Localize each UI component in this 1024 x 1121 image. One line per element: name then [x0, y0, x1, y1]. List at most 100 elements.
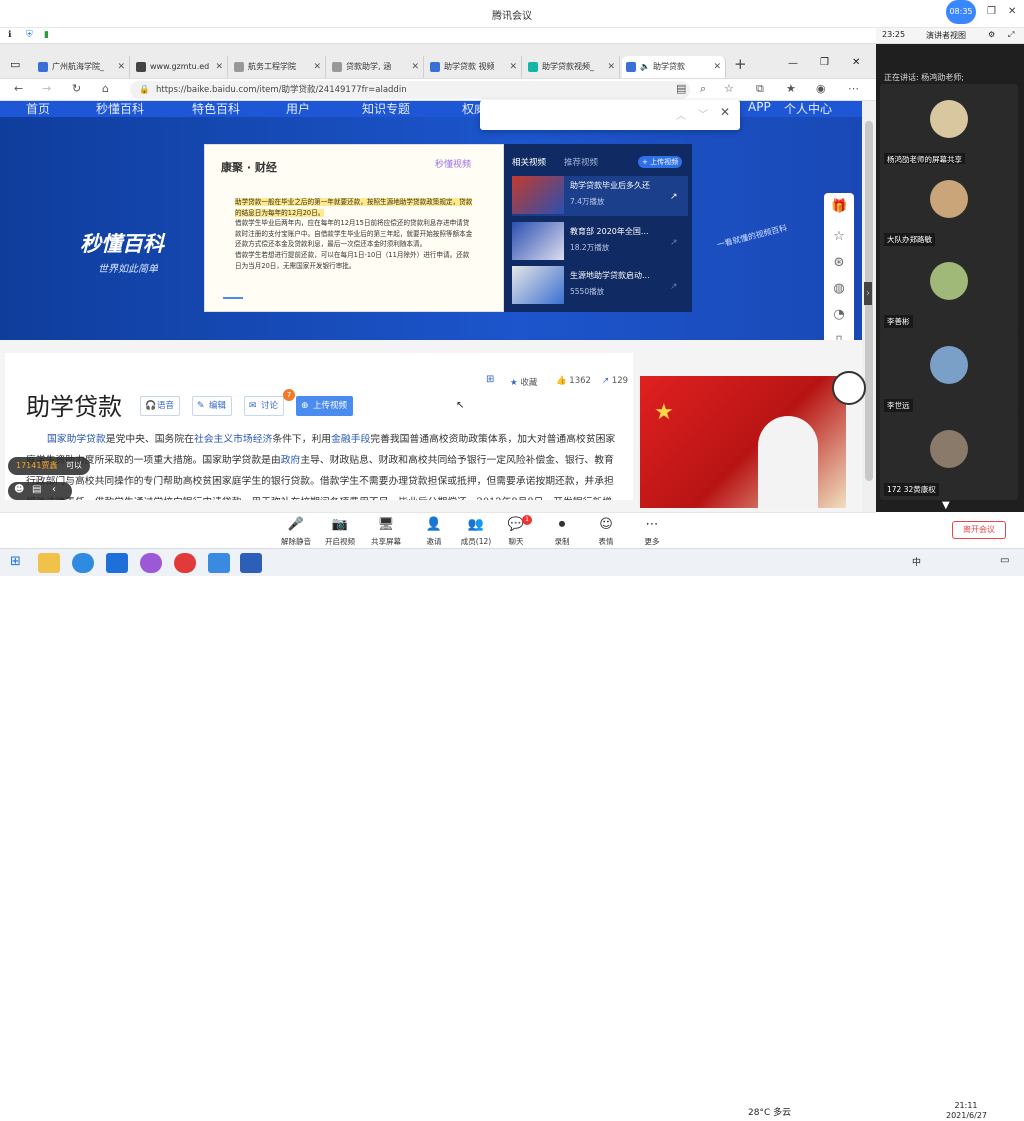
record-button[interactable]: ⏺ 录制	[542, 517, 582, 547]
close-icon[interactable]: ✕	[713, 56, 721, 78]
netease-icon[interactable]	[174, 553, 196, 573]
share-button[interactable]: ↗ 129	[602, 376, 628, 386]
participant-tile[interactable]: 172 32黄康权	[880, 414, 1018, 500]
star-icon[interactable]: ☆	[831, 229, 847, 245]
weibo-icon[interactable]: ⊛	[831, 255, 847, 271]
link-market-economy[interactable]: 社会主义市场经济	[194, 434, 272, 445]
participant-tile[interactable]: 李世远	[880, 330, 1018, 416]
home-icon[interactable]: ⌂	[102, 82, 109, 95]
edit-button[interactable]: ✎ 编辑	[192, 396, 233, 416]
participant-tile[interactable]: 杨鸿劭老师的屏幕共享	[880, 84, 1018, 170]
speaker-view-toggle[interactable]: 演讲者视图	[926, 30, 966, 41]
start-video-button[interactable]: 📷 开启视频	[320, 517, 360, 547]
zoom-icon[interactable]: ⌕	[700, 82, 706, 96]
app-icon[interactable]	[140, 553, 162, 573]
lock-icon[interactable]: 🔒	[139, 81, 150, 99]
link-national-loan[interactable]: 国家助学贷款	[47, 434, 106, 445]
gift-icon[interactable]: 🎁	[831, 199, 847, 215]
close-icon[interactable]: ✕	[313, 56, 321, 78]
collect-button[interactable]: ★ 收藏	[510, 376, 537, 388]
share-screen-button[interactable]: 🖥 共享屏幕	[366, 517, 406, 547]
close-icon[interactable]: ✕	[509, 56, 517, 78]
link-government[interactable]: 政府	[281, 455, 301, 466]
browser-tab-active[interactable]: 🔈 助学贷款 ✕	[622, 56, 726, 78]
video-preview-card[interactable]: 康聚 · 财经 秒懂视频 助学贷款一般在毕业之后的第一年就要还款，按照生源地助学…	[204, 144, 504, 312]
info-icon[interactable]: ℹ	[8, 30, 11, 40]
emoji-icon[interactable]: ☻	[14, 484, 24, 495]
address-bar[interactable]: 🔒 https://baike.baidu.com/item/助学贷款/2414…	[130, 81, 690, 99]
gear-icon[interactable]: ⚙	[988, 30, 995, 39]
chevron-down-icon[interactable]: ﹀	[698, 106, 708, 121]
app-icon[interactable]	[208, 553, 230, 573]
menu-icon[interactable]: ⋯	[848, 82, 859, 95]
video-item[interactable]: 教育部 2020年全国... 18.2万播放 ↗	[512, 222, 688, 262]
windows-start-icon[interactable]: ⊞	[10, 554, 21, 569]
close-icon[interactable]: ✕	[1008, 6, 1016, 17]
link-financial-means[interactable]: 金融手段	[331, 434, 370, 445]
participant-tile[interactable]: 李善彬	[880, 246, 1018, 332]
nav-miaodong[interactable]: 秒懂百科	[96, 101, 144, 117]
restore-icon[interactable]: ❐	[820, 57, 829, 68]
browser-tab[interactable]: 航务工程学院 ✕	[230, 56, 326, 78]
weather-widget[interactable]: 28°C 多云	[748, 1105, 791, 1118]
back-icon[interactable]: ←	[14, 82, 23, 95]
nav-users[interactable]: 用户	[286, 101, 310, 117]
recommend-tab[interactable]: 推荐视频	[564, 156, 598, 168]
edge-icon[interactable]	[72, 553, 94, 573]
close-icon[interactable]: ✕	[117, 56, 125, 78]
reactions-button[interactable]: ☺ 表情	[586, 517, 626, 547]
favorite-icon[interactable]: ☆	[724, 82, 734, 95]
browser-tab[interactable]: www.gzmtu.ed ✕	[132, 56, 228, 78]
tencent-meeting-icon[interactable]	[106, 553, 128, 573]
leave-meeting-button[interactable]: 离开会议	[952, 521, 1006, 539]
close-icon[interactable]: ✕	[852, 57, 860, 68]
reader-icon[interactable]: ▤	[676, 82, 686, 95]
nav-app[interactable]: APP	[748, 101, 771, 114]
upload-small-button[interactable]: + 上传视频	[638, 156, 683, 168]
taskbar-clock[interactable]: 21:11 2021/6/27	[946, 1101, 987, 1121]
chat-icon[interactable]: ▤	[32, 484, 41, 495]
share-icon[interactable]: ↗	[670, 192, 678, 202]
members-button[interactable]: 👥 成员(12)	[456, 517, 496, 547]
more-button[interactable]: ⋯ 更多	[632, 517, 672, 547]
unmute-button[interactable]: 🎤 解除静音	[276, 517, 316, 547]
nav-home[interactable]: 首页	[26, 101, 50, 117]
video-item[interactable]: 助学贷款毕业后多久还 7.4万播放 ↗	[512, 176, 688, 216]
share-icon[interactable]: ↗	[670, 282, 678, 292]
chat-message-bubble[interactable]: 17141贾鑫 可以	[8, 457, 90, 475]
ime-indicator[interactable]: 中	[912, 555, 921, 568]
nav-topics[interactable]: 知识专题	[362, 101, 410, 117]
restore-icon[interactable]: ❐	[987, 6, 996, 17]
close-icon[interactable]: ✕	[411, 56, 419, 78]
chevron-left-icon[interactable]: ‹	[52, 484, 56, 495]
cat-avatar-bubble[interactable]	[832, 371, 866, 405]
file-explorer-icon[interactable]	[38, 553, 60, 573]
word-icon[interactable]	[240, 553, 262, 573]
plus-icon[interactable]: ⊞	[486, 374, 494, 385]
find-in-page-box[interactable]: ︿ ﹀ ✕	[480, 100, 740, 130]
invite-button[interactable]: 👤 邀请	[414, 517, 454, 547]
minimize-icon[interactable]: —	[788, 58, 798, 69]
collapse-panel-icon[interactable]: ›	[864, 282, 872, 305]
voice-button[interactable]: 🎧 语音	[140, 396, 181, 416]
qq-icon[interactable]: ◔	[831, 307, 847, 323]
reload-icon[interactable]: ↻	[72, 82, 81, 95]
scroll-down-icon[interactable]: ▼	[942, 500, 950, 511]
browser-tab[interactable]: 广州航海学院_ ✕	[34, 56, 130, 78]
upload-video-button[interactable]: ⊕ 上传视频	[296, 396, 354, 416]
browser-tab[interactable]: 助学贷款 视频 ✕	[426, 56, 522, 78]
participant-tile[interactable]: 大队办郑路敏	[880, 164, 1018, 250]
shield-icon[interactable]: ⛨	[26, 30, 33, 40]
close-icon[interactable]: ✕	[215, 56, 223, 78]
video-item[interactable]: 生源地助学贷款启动... 5550播放 ↗	[512, 266, 688, 306]
browser-tab[interactable]: 贷款助学, 涵 ✕	[328, 56, 424, 78]
nav-personal-center[interactable]: 个人中心	[784, 101, 832, 117]
fullscreen-icon[interactable]: ⤢	[1008, 30, 1014, 40]
page-scrollbar[interactable]	[862, 101, 876, 512]
chevron-up-icon[interactable]: ︿	[676, 107, 686, 122]
profile-icon[interactable]: ◉	[816, 82, 826, 95]
new-tab-icon[interactable]: +	[734, 55, 747, 73]
close-icon[interactable]: ✕	[720, 105, 730, 119]
discuss-button[interactable]: ✉ 讨论	[244, 396, 285, 416]
close-icon[interactable]: ✕	[607, 56, 615, 78]
